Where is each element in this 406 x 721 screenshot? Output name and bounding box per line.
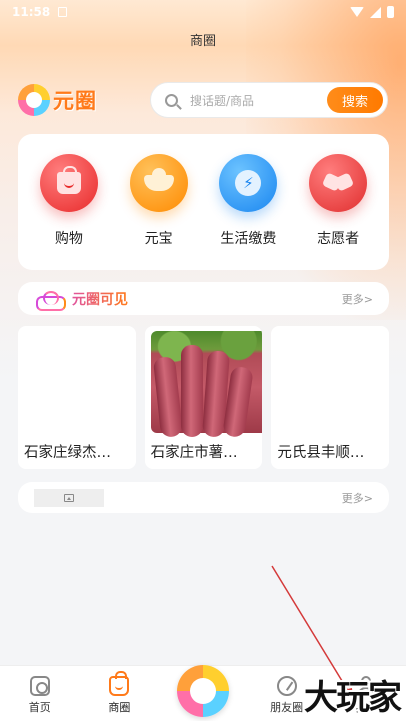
watermark: 大玩家 <box>304 678 402 718</box>
status-time: 11:58 <box>12 5 51 19</box>
sweet-potato-image <box>150 331 263 439</box>
page-title: 商圈 <box>189 34 216 49</box>
service-label: 志愿者 <box>317 231 360 247</box>
search-placeholder: 搜话题/商品 <box>190 93 255 108</box>
image-placeholder <box>34 488 104 507</box>
tab-center[interactable] <box>159 665 247 717</box>
tab-shop[interactable]: 商圈 <box>80 671 160 715</box>
app-logo: 元圈 <box>18 84 97 116</box>
search-input[interactable]: 搜话题/商品 搜索 <box>150 82 388 118</box>
product-list: 石家庄绿杰… 石家庄市薯… 元氏县丰顺… <box>18 326 390 469</box>
tab-home[interactable]: 首页 <box>0 676 80 715</box>
service-grid: 购物 元宝 ⚡ 生活缴费 志愿者 <box>18 134 389 270</box>
logo-ring-icon <box>18 84 50 116</box>
cloud-icon <box>36 290 66 311</box>
handshake-icon <box>309 154 368 212</box>
home-icon <box>29 676 50 696</box>
status-bar: 11:58 <box>0 0 406 24</box>
search-icon <box>165 93 178 107</box>
friends-circle-icon <box>276 676 297 696</box>
section-header-banner: 更多> <box>18 482 389 513</box>
service-yuanbao[interactable]: 元宝 <box>117 154 201 270</box>
notification-icon <box>58 7 68 17</box>
search-button[interactable]: 搜索 <box>327 87 383 113</box>
logo-text: 元圈 <box>53 89 97 113</box>
service-label: 生活缴费 <box>220 231 277 247</box>
more-link[interactable]: 更多> <box>342 490 373 506</box>
header-row: 元圈 搜话题/商品 搜索 <box>18 82 388 118</box>
tab-label: 商圈 <box>108 701 131 714</box>
tab-label: 朋友圈 <box>270 701 304 714</box>
shopping-bag-icon <box>39 154 98 212</box>
service-label: 元宝 <box>144 231 173 247</box>
signal-icon <box>370 6 381 18</box>
section-title: 元圈可见 <box>72 289 128 309</box>
product-card[interactable]: 元氏县丰顺… <box>271 326 390 469</box>
product-image <box>24 331 130 433</box>
image-icon <box>64 493 74 502</box>
product-name: 石家庄市薯… <box>150 445 238 461</box>
service-bill-payment[interactable]: ⚡ 生活缴费 <box>206 154 290 270</box>
product-name: 元氏县丰顺… <box>277 445 365 461</box>
product-card[interactable]: 石家庄绿杰… <box>18 326 136 469</box>
product-card[interactable]: 石家庄市薯… <box>144 326 263 469</box>
battery-icon <box>387 6 394 18</box>
service-volunteer[interactable]: 志愿者 <box>296 154 380 270</box>
service-label: 购物 <box>54 231 83 247</box>
shopping-bag-icon <box>109 671 130 696</box>
more-link[interactable]: 更多> <box>342 291 373 307</box>
tab-label: 首页 <box>28 701 51 714</box>
lightning-bill-icon: ⚡ <box>219 154 278 212</box>
product-name: 石家庄绿杰… <box>24 445 111 461</box>
section-header-visible: 元圈可见 更多> <box>18 282 389 315</box>
service-shopping[interactable]: 购物 <box>27 154 111 270</box>
center-ring-icon <box>177 665 229 717</box>
product-image <box>277 331 384 433</box>
gold-ingot-icon <box>129 154 188 212</box>
wifi-icon <box>350 7 364 17</box>
